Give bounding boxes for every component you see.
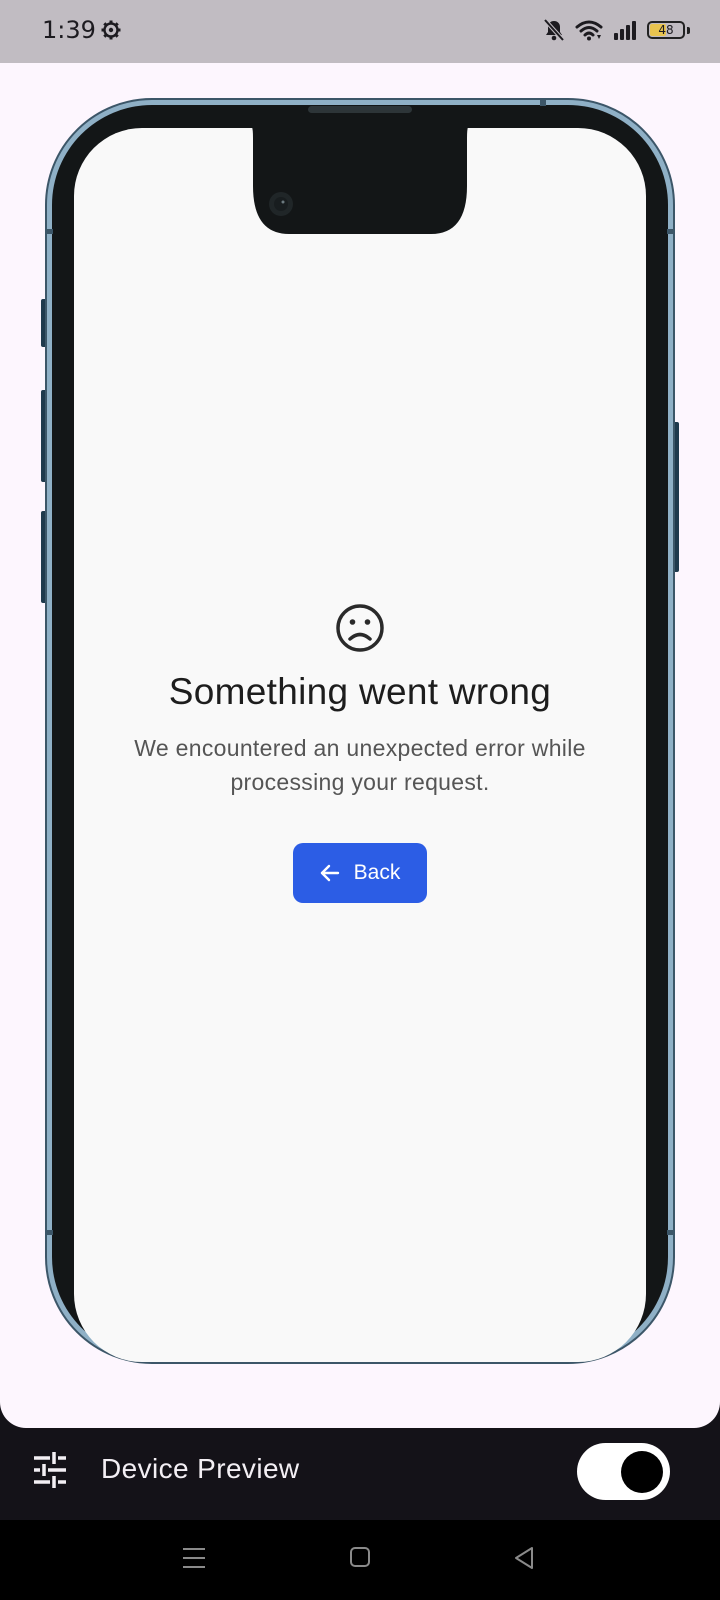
error-content: Something went wrong We encountered an u… xyxy=(74,603,646,903)
phone-notch xyxy=(251,126,469,234)
device-preview-area: Something went wrong We encountered an u… xyxy=(0,63,720,1428)
device-preview-toggle[interactable] xyxy=(577,1443,670,1500)
error-message: We encountered an unexpected error while… xyxy=(134,735,586,795)
device-preview-toolbar: Device Preview xyxy=(0,1428,720,1520)
tune-icon[interactable] xyxy=(32,1452,68,1488)
settings-gear-icon xyxy=(101,20,121,40)
battery-tip xyxy=(687,26,690,34)
home-nav-icon[interactable] xyxy=(349,1546,371,1568)
notifications-muted-icon xyxy=(543,18,565,42)
battery-level: 48 xyxy=(658,23,674,37)
sad-face-icon xyxy=(336,604,384,652)
cellular-signal-icon xyxy=(614,21,636,40)
status-bar: 1:39 48 xyxy=(0,0,720,63)
wifi-icon xyxy=(575,20,603,41)
back-button-label: Back xyxy=(353,861,401,884)
error-title: Something went wrong xyxy=(168,671,552,712)
system-nav-bar xyxy=(0,1520,720,1600)
arrow-left-icon xyxy=(320,864,339,882)
device-preview-label: Device Preview xyxy=(101,1453,300,1484)
back-nav-icon[interactable] xyxy=(513,1546,535,1570)
back-button[interactable]: Back xyxy=(293,843,427,903)
menu-nav-icon[interactable] xyxy=(182,1546,206,1570)
status-time: 1:39 xyxy=(42,16,96,44)
toggle-thumb xyxy=(621,1451,663,1493)
battery-icon: 48 xyxy=(647,21,685,39)
